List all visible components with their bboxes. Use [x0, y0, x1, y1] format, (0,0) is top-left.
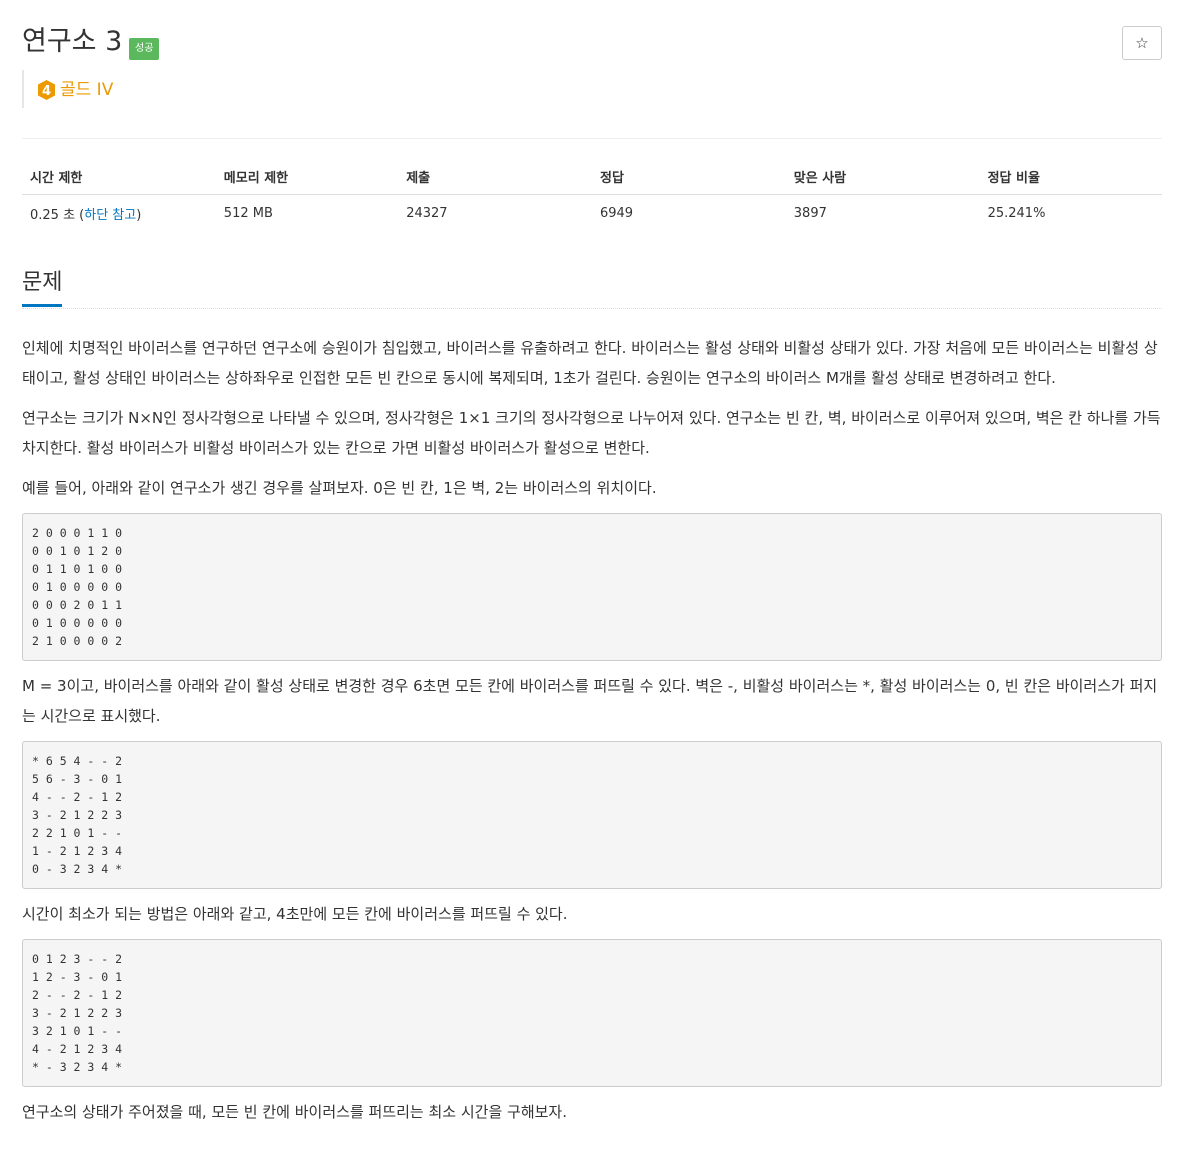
header-time-limit: 시간 제한 [22, 161, 216, 195]
description-paragraph-1: 인체에 치명적인 바이러스를 연구하던 연구소에 승원이가 침입했고, 바이러스… [22, 339, 1158, 387]
solvers-value: 3897 [793, 206, 827, 221]
problem-description: 인체에 치명적인 바이러스를 연구하던 연구소에 승원이가 침입했고, 바이러스… [22, 333, 1162, 1127]
gold-tier-icon: 4 [38, 80, 55, 100]
ratio-value: 25.241% [987, 206, 1046, 221]
tier-row: 4 골드 IV [22, 70, 1162, 108]
favorite-star-button[interactable]: ☆ [1122, 26, 1162, 60]
memory-limit-value: 512 MB [223, 206, 273, 221]
header-submissions: 제출 [398, 161, 592, 195]
description-paragraph-3: 예를 들어, 아래와 같이 연구소가 생긴 경우를 살펴보자. 0은 빈 칸, … [22, 479, 657, 497]
description-paragraph-2: 연구소는 크기가 N×N인 정사각형으로 나타낼 수 있으며, 정사각형은 1×… [22, 409, 1161, 457]
problem-section-header: 문제 [22, 256, 1162, 309]
time-limit-close: ) [136, 208, 142, 223]
submissions-value: 24327 [406, 206, 448, 221]
problem-info-table: 시간 제한 메모리 제한 제출 정답 맞은 사람 정답 비율 0.25 초 (하… [22, 161, 1162, 232]
tier-number: 4 [42, 84, 51, 99]
description-paragraph-4: M = 3이고, 바이러스를 아래와 같이 활성 상태로 변경한 경우 6초면 … [22, 677, 1158, 725]
description-paragraph-5: 시간이 최소가 되는 방법은 아래와 같고, 4초만에 모든 칸에 바이러스를 … [22, 905, 568, 923]
header-solvers: 맞은 사람 [785, 161, 980, 195]
time-limit-value: 0.25 초 ( [30, 208, 85, 223]
problem-title: 연구소 3 [22, 26, 123, 57]
header-ratio: 정답 비율 [979, 161, 1162, 195]
time-limit-cell: 0.25 초 (하단 참고) [22, 195, 216, 233]
accepted-value: 6949 [599, 206, 634, 221]
section-title: 문제 [22, 270, 63, 307]
description-paragraph-6: 연구소의 상태가 주어졌을 때, 모든 빈 칸에 바이러스를 퍼뜨리는 최소 시… [22, 1103, 567, 1121]
tier-label[interactable]: 골드 IV [60, 79, 113, 101]
title-row: 연구소 3 성공 ☆ [22, 0, 1162, 60]
lab-grid-example: 2 0 0 0 1 1 0 0 0 1 0 1 2 0 0 1 1 0 1 0 … [22, 513, 1162, 661]
info-value-row: 0.25 초 (하단 참고) 512 MB 24327 6949 3897 25… [22, 195, 1162, 233]
header-memory-limit: 메모리 제한 [215, 161, 399, 195]
header-accepted: 정답 [591, 161, 786, 195]
time-limit-note-link[interactable]: 하단 참고 [84, 208, 136, 223]
spread-grid-example-1: * 6 5 4 - - 2 5 6 - 3 - 0 1 4 - - 2 - 1 … [22, 741, 1162, 889]
problem-page: 연구소 3 성공 ☆ 4 골드 IV 시간 제한 메모리 제한 제출 정답 맞은… [22, 0, 1162, 1127]
spread-grid-example-2: 0 1 2 3 - - 2 1 2 - 3 - 0 1 2 - - 2 - 1 … [22, 939, 1162, 1087]
star-icon: ☆ [1135, 34, 1149, 52]
status-badge: 성공 [129, 38, 160, 60]
header-divider [22, 138, 1162, 139]
info-header-row: 시간 제한 메모리 제한 제출 정답 맞은 사람 정답 비율 [22, 161, 1162, 195]
